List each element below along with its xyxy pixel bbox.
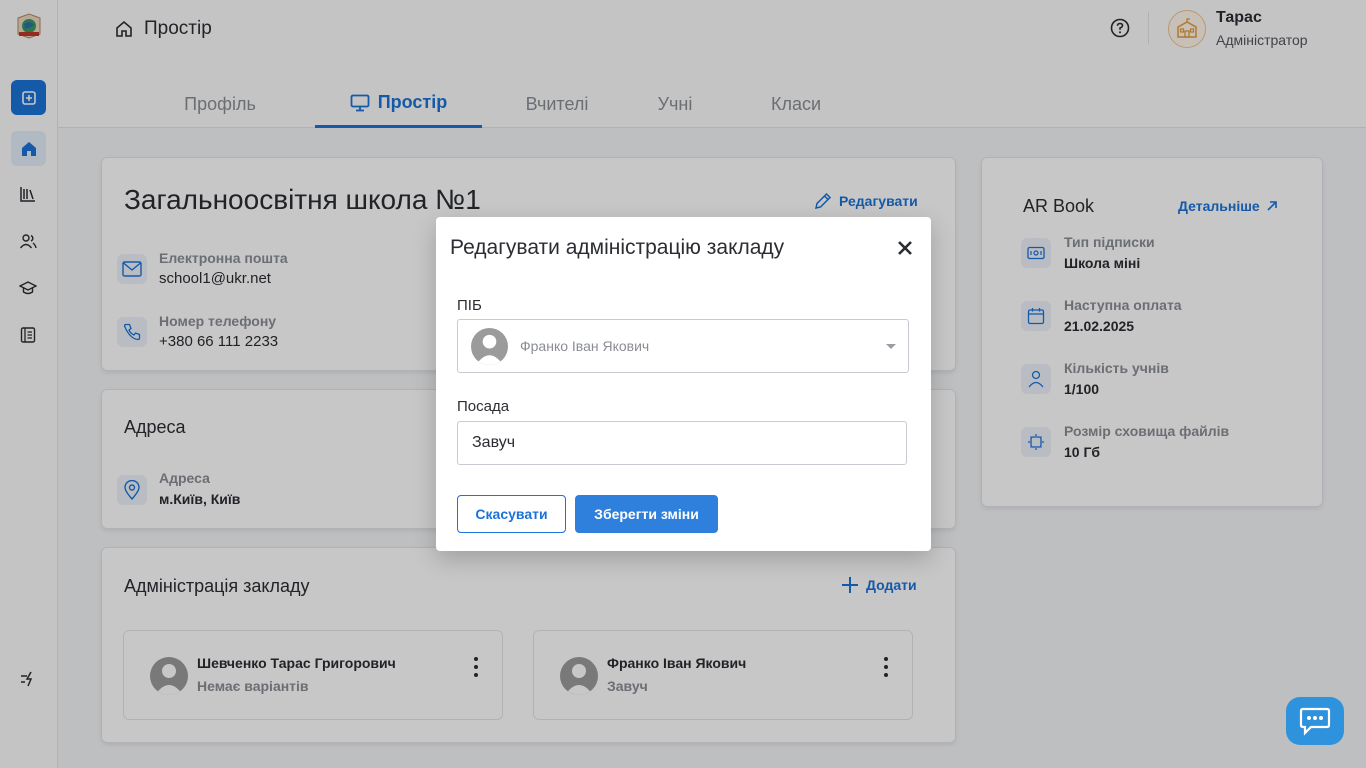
save-button[interactable]: Зберегти зміни (575, 495, 718, 533)
selected-person-avatar (471, 328, 508, 365)
chat-button[interactable] (1286, 697, 1344, 745)
close-button[interactable] (896, 239, 914, 257)
chevron-down-icon (886, 344, 896, 349)
name-select[interactable]: Франко Іван Якович (457, 319, 909, 373)
name-select-value: Франко Іван Якович (520, 338, 650, 354)
position-input[interactable] (457, 421, 907, 465)
person-avatar-icon (475, 334, 504, 365)
chat-bubble-icon (1299, 707, 1331, 736)
modal-title: Редагувати адміністрацію закладу (450, 236, 785, 259)
position-field-label: Посада (457, 398, 510, 415)
close-icon (898, 241, 912, 255)
name-field-label: ПІБ (457, 297, 482, 314)
cancel-button[interactable]: Скасувати (457, 495, 566, 533)
edit-administration-modal: Редагувати адміністрацію закладу ПІБ Фра… (436, 217, 931, 551)
